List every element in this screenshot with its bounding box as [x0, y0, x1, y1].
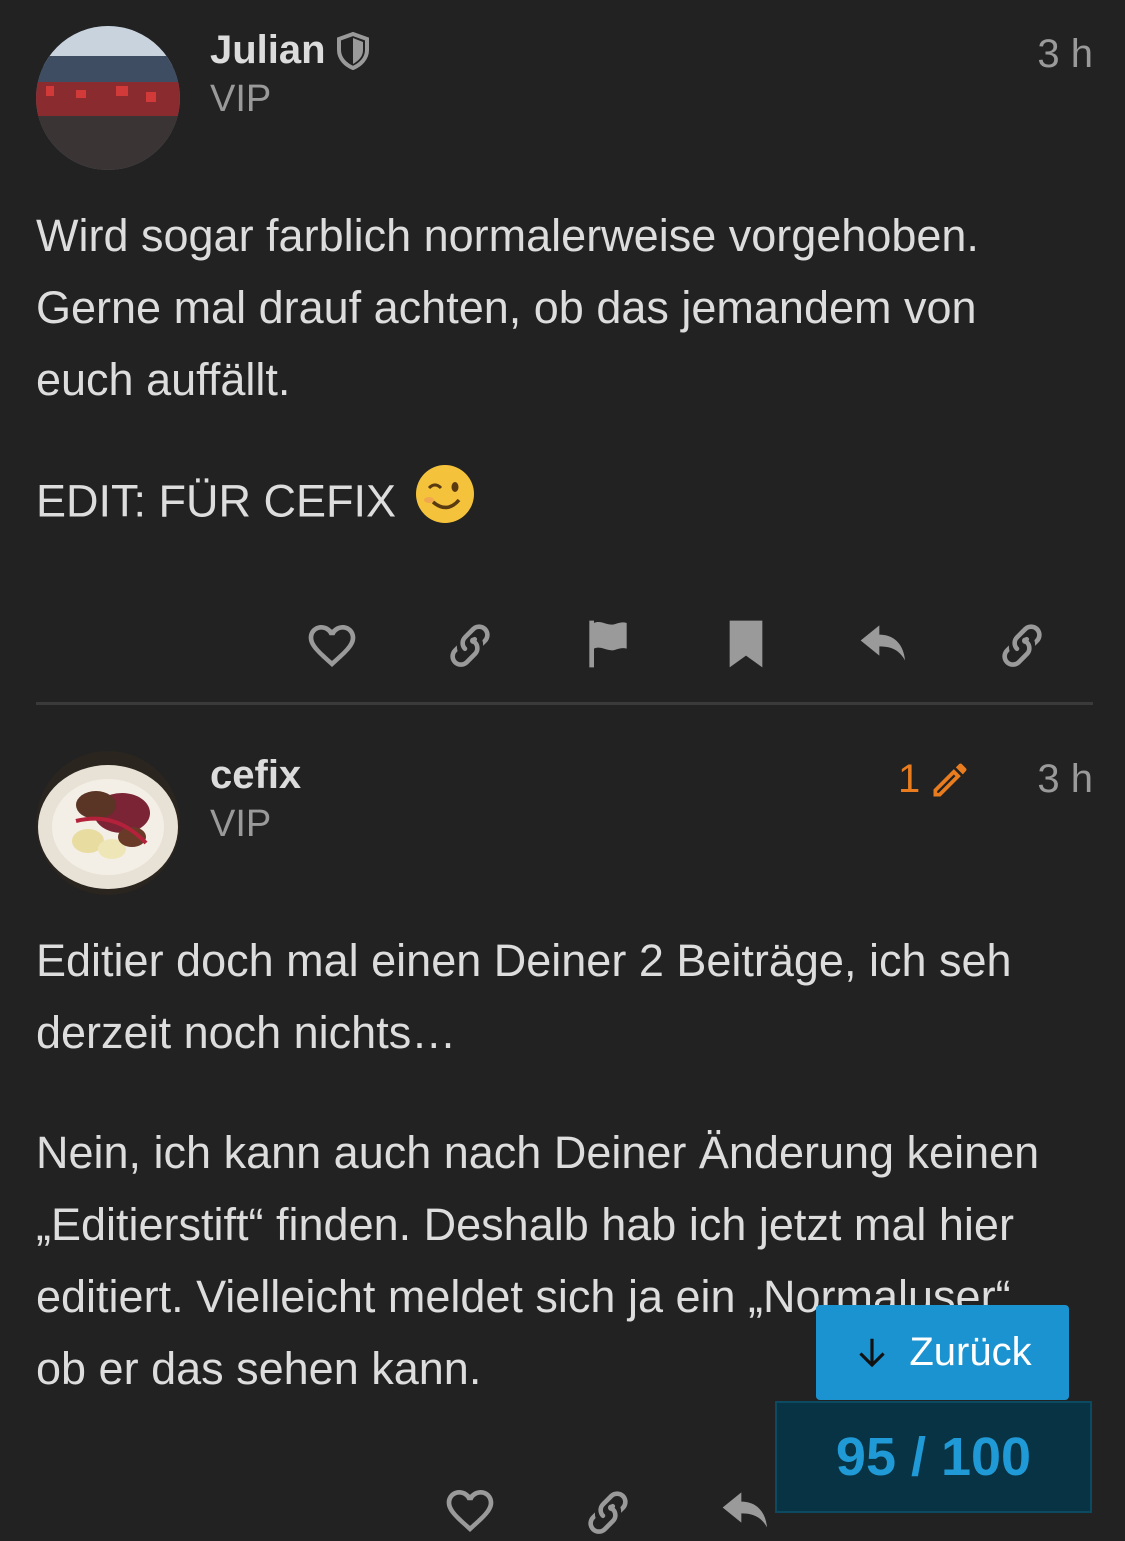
reply-button[interactable]: [716, 1481, 776, 1541]
wink-emoji: [415, 464, 475, 545]
progress-label: 95 / 100: [835, 1427, 1032, 1487]
username[interactable]: Julian: [210, 28, 370, 73]
edit-text: EDIT: FÜR CEFIX: [36, 475, 397, 527]
post-time[interactable]: 3 h: [1037, 32, 1093, 77]
username-text[interactable]: Julian: [210, 28, 326, 73]
post-paragraph-edit: EDIT: FÜR CEFIX: [36, 464, 1076, 545]
reply-button[interactable]: [854, 614, 914, 674]
post-paragraph: Editier doch mal einen Deiner 2 Beiträge…: [36, 935, 1012, 1058]
post-divider: [36, 702, 1093, 705]
link-icon: [450, 624, 490, 667]
like-button[interactable]: [440, 1481, 500, 1541]
user-title: VIP: [210, 803, 272, 845]
post-paragraph: Wird sogar farblich normalerweise vorgeh…: [36, 210, 979, 405]
user-title: VIP: [210, 78, 272, 120]
copy-link-button[interactable]: [578, 1481, 638, 1541]
avatar[interactable]: [36, 26, 180, 170]
link-icon: [588, 1491, 628, 1534]
edit-count: 1: [898, 757, 921, 801]
link-icon: [1002, 624, 1042, 667]
reply-icon: [860, 625, 905, 661]
back-button[interactable]: Zurück: [816, 1305, 1069, 1400]
topic-progress[interactable]: 95 / 100: [775, 1401, 1092, 1513]
flag-icon: [589, 620, 627, 668]
bookmark-icon: [729, 620, 763, 668]
post-body: Wird sogar farblich normalerweise vorgeh…: [36, 200, 1076, 545]
username[interactable]: cefix: [210, 753, 301, 798]
reply-icon: [722, 1492, 767, 1528]
avatar[interactable]: [36, 751, 180, 895]
bookmark-button[interactable]: [716, 614, 776, 674]
edit-history-button[interactable]: 1: [898, 757, 972, 802]
post-time[interactable]: 3 h: [1037, 757, 1093, 802]
pencil-icon: [928, 758, 972, 802]
copy-link-button[interactable]: [440, 614, 500, 674]
post-julian: Julian VIP 3 h Wird sogar farblich norma…: [36, 26, 1093, 706]
arrow-down-icon: [853, 1334, 891, 1372]
like-button[interactable]: [302, 616, 362, 676]
heart-icon: [446, 1490, 494, 1532]
share-button[interactable]: [992, 614, 1052, 674]
heart-icon: [308, 625, 356, 667]
username-text[interactable]: cefix: [210, 753, 301, 798]
back-button-label: Zurück: [909, 1330, 1032, 1374]
flag-button[interactable]: [578, 614, 638, 674]
shield-icon: [336, 31, 370, 70]
